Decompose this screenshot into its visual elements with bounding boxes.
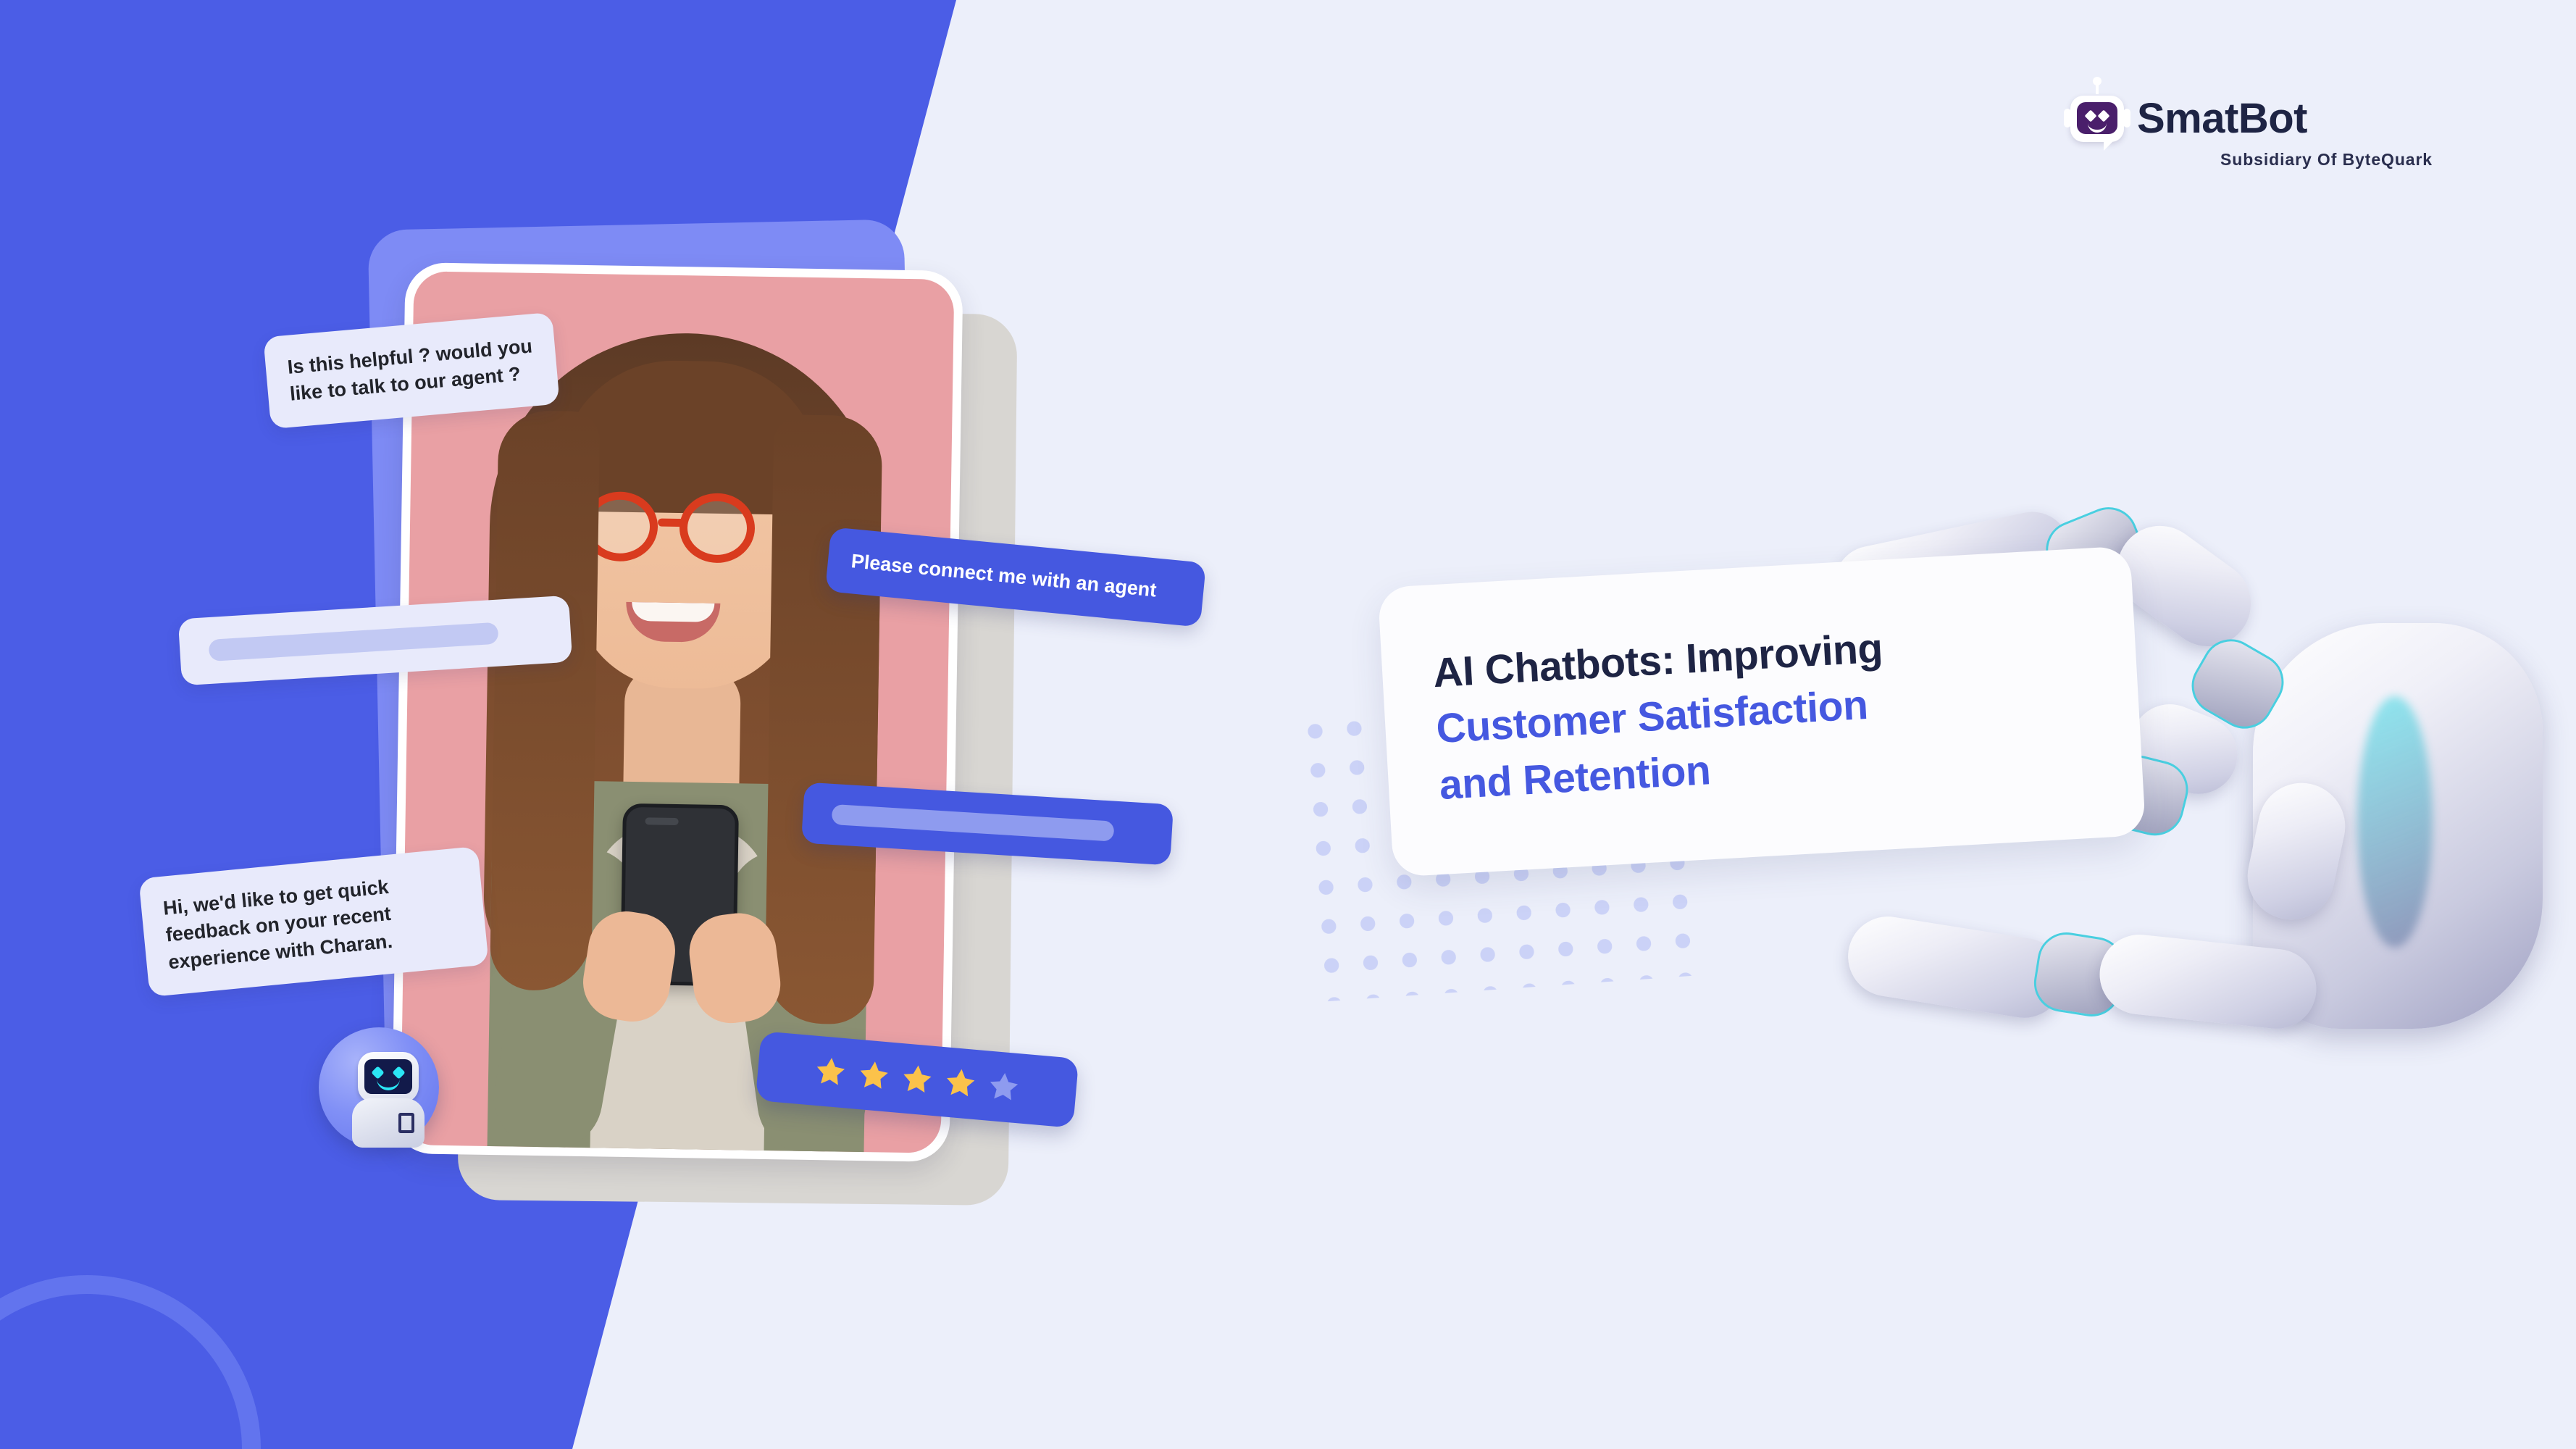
circle-outline-decoration xyxy=(0,1275,261,1449)
robot-body xyxy=(352,1098,425,1148)
logo-eye-left xyxy=(2084,109,2097,122)
placeholder-bar xyxy=(831,803,1115,842)
brand-tagline: Subsidiary Of ByteQuark xyxy=(2220,150,2433,169)
robot-face-screen xyxy=(364,1059,412,1094)
brand-logo[interactable]: SmatBot Subsidiary Of ByteQuark xyxy=(2064,76,2433,196)
robot-smile xyxy=(377,1079,400,1090)
robot-head xyxy=(358,1052,419,1103)
robot-avatar-icon xyxy=(319,1027,439,1148)
robot-eye-left xyxy=(371,1066,385,1080)
star-icon-filled[interactable] xyxy=(856,1058,892,1094)
star-icon-empty[interactable] xyxy=(986,1069,1022,1106)
star-icon-filled[interactable] xyxy=(813,1054,849,1090)
smatbot-robot-icon xyxy=(2064,76,2130,151)
star-icon-filled[interactable] xyxy=(942,1065,979,1101)
placeholder-bar xyxy=(208,622,499,662)
robot-badge xyxy=(398,1113,414,1133)
star-icon-filled[interactable] xyxy=(899,1061,935,1098)
headline-card: AI Chatbots: Improving Customer Satisfac… xyxy=(1377,546,2146,877)
robot-eye-right xyxy=(392,1066,406,1080)
brand-wordmark: SmatBot xyxy=(2137,95,2307,142)
logo-smile xyxy=(2088,122,2107,133)
banner-stage: Is this helpful ? would you like to talk… xyxy=(0,0,2576,1449)
logo-eye-right xyxy=(2097,109,2110,122)
